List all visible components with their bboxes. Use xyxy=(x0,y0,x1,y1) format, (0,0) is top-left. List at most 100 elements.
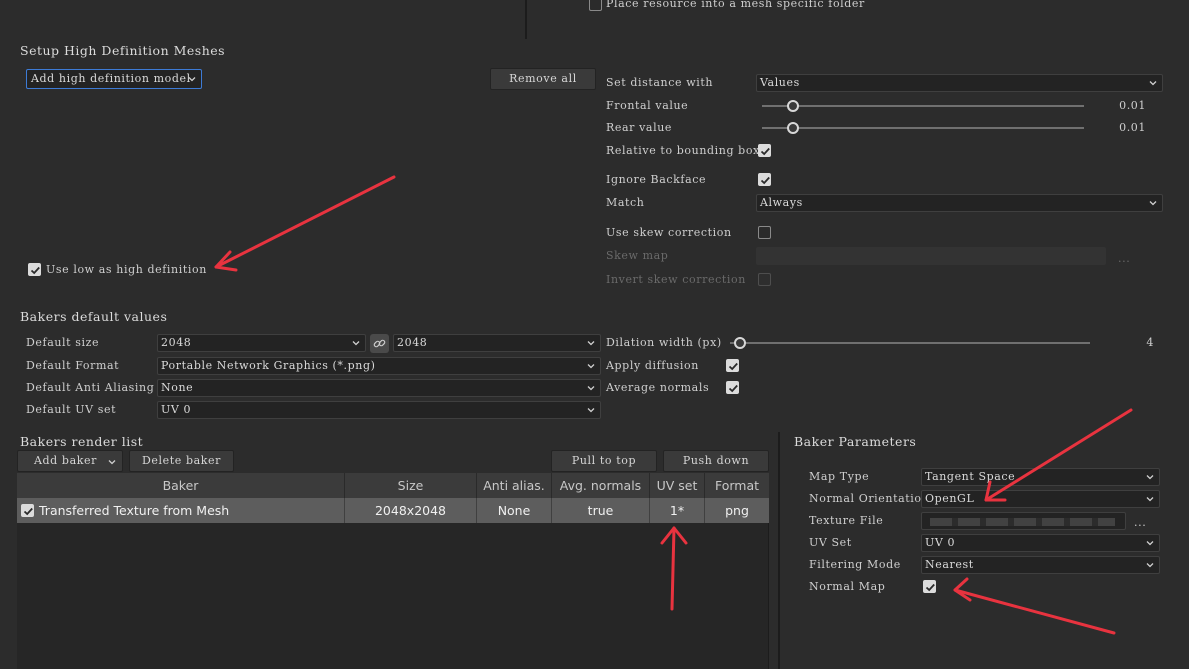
dilation-label: Dilation width (px) xyxy=(606,336,722,349)
table-row-uv-cell[interactable]: 1* xyxy=(650,498,705,523)
skew-correction-label: Use skew correction xyxy=(606,226,732,239)
default-format-value: Portable Network Graphics (*.png) xyxy=(161,359,376,372)
blurred-path xyxy=(930,518,1115,526)
normal-map-checkbox[interactable] xyxy=(923,580,936,593)
average-normals-label: Average normals xyxy=(606,381,710,394)
baker-params-title: Baker Parameters xyxy=(794,434,917,449)
filtering-mode-dropdown[interactable]: Nearest xyxy=(921,556,1160,574)
red-arrow xyxy=(214,250,238,272)
vertical-divider xyxy=(778,432,780,669)
skew-map-browse-button[interactable]: ... xyxy=(1118,252,1130,265)
map-type-dropdown[interactable]: Tangent Space xyxy=(921,468,1160,486)
normal-orientation-label: Normal Orientation xyxy=(809,492,930,505)
average-normals-checkbox[interactable] xyxy=(726,381,739,394)
match-label: Match xyxy=(606,196,645,209)
skew-correction-checkbox[interactable] xyxy=(758,226,771,239)
check-icon xyxy=(760,176,770,185)
use-low-as-high-label: Use low as high definition xyxy=(46,263,207,276)
check-icon xyxy=(728,384,738,393)
dilation-value: 4 xyxy=(1146,336,1154,349)
pull-to-top-button[interactable]: Pull to top xyxy=(551,450,657,472)
table-row-aa-cell[interactable]: None xyxy=(477,498,552,523)
apply-diffusion-label: Apply diffusion xyxy=(606,359,699,372)
skew-map-label: Skew map xyxy=(606,249,669,262)
check-icon xyxy=(760,147,770,156)
baker-enabled-checkbox[interactable] xyxy=(21,504,34,517)
link-size-button[interactable] xyxy=(370,334,389,353)
red-arrow xyxy=(953,577,972,602)
use-low-as-high-checkbox[interactable] xyxy=(28,263,41,276)
invert-skew-checkbox[interactable] xyxy=(758,273,771,286)
texture-file-label: Texture File xyxy=(809,514,884,527)
remove-all-button[interactable]: Remove all xyxy=(490,68,596,90)
frontal-slider-track[interactable] xyxy=(762,105,1084,107)
apply-diffusion-checkbox[interactable] xyxy=(726,359,739,372)
column-header-uv-set[interactable]: UV set xyxy=(650,473,705,498)
uv-set-label: UV Set xyxy=(809,536,852,549)
red-arrow xyxy=(984,408,1133,502)
red-arrow xyxy=(953,588,1116,635)
chevron-down-icon xyxy=(352,341,360,346)
set-distance-dropdown[interactable]: Values xyxy=(756,74,1163,92)
vertical-divider-top xyxy=(525,0,527,39)
default-size-height-value: 2048 xyxy=(397,336,428,349)
default-format-dropdown[interactable]: Portable Network Graphics (*.png) xyxy=(157,357,601,375)
default-uv-dropdown[interactable]: UV 0 xyxy=(157,401,601,419)
rear-slider-track[interactable] xyxy=(762,127,1084,129)
check-icon xyxy=(925,583,935,592)
baker-name: Transferred Texture from Mesh xyxy=(39,503,230,518)
frontal-slider-handle[interactable] xyxy=(787,100,799,112)
texture-file-browse-button[interactable]: ... xyxy=(1134,516,1146,529)
frontal-label: Frontal value xyxy=(606,99,689,112)
default-size-label: Default size xyxy=(26,336,100,349)
push-down-button[interactable]: Push down xyxy=(663,450,769,472)
dilation-slider-handle[interactable] xyxy=(734,337,746,349)
column-header-baker[interactable]: Baker xyxy=(17,473,345,498)
texture-file-field[interactable] xyxy=(921,512,1126,530)
relative-bbox-checkbox[interactable] xyxy=(758,144,771,157)
chevron-down-icon xyxy=(1146,475,1154,480)
default-size-height-dropdown[interactable]: 2048 xyxy=(393,334,601,352)
column-header-avg-normals[interactable]: Avg. normals xyxy=(552,473,650,498)
default-size-width-value: 2048 xyxy=(161,336,192,349)
table-row-format-cell[interactable]: png xyxy=(705,498,769,523)
frontal-value: 0.01 xyxy=(1119,99,1146,112)
rear-slider-handle[interactable] xyxy=(787,122,799,134)
default-size-width-dropdown[interactable]: 2048 xyxy=(157,334,366,352)
column-header-size[interactable]: Size xyxy=(345,473,477,498)
ignore-backface-checkbox[interactable] xyxy=(758,173,771,186)
chevron-down-icon xyxy=(108,460,116,465)
skew-map-field[interactable] xyxy=(756,247,1106,265)
column-header-format[interactable]: Format xyxy=(705,473,769,498)
defaults-title: Bakers default values xyxy=(20,309,168,324)
table-row-size-cell[interactable]: 2048x2048 xyxy=(345,498,477,523)
add-baker-label: Add baker xyxy=(34,454,97,467)
check-icon xyxy=(30,266,40,275)
table-row-avg-cell[interactable]: true xyxy=(552,498,650,523)
default-format-label: Default Format xyxy=(26,359,120,372)
delete-baker-button[interactable]: Delete baker xyxy=(129,450,234,472)
uv-set-dropdown[interactable]: UV 0 xyxy=(921,534,1160,552)
normal-orientation-value: OpenGL xyxy=(925,492,975,505)
default-uv-label: Default UV set xyxy=(26,403,117,416)
normal-orientation-dropdown[interactable]: OpenGL xyxy=(921,490,1160,508)
rear-label: Rear value xyxy=(606,121,672,134)
normal-map-label: Normal Map xyxy=(809,580,886,593)
add-hd-model-dropdown[interactable]: Add high definition model xyxy=(26,69,202,89)
column-header-anti-alias[interactable]: Anti alias. xyxy=(477,473,552,498)
table-row-baker-cell[interactable]: Transferred Texture from Mesh xyxy=(17,498,345,523)
chevron-down-icon xyxy=(1149,81,1157,86)
place-resource-checkbox[interactable] xyxy=(589,0,602,11)
chevron-down-icon xyxy=(1146,563,1154,568)
chevron-down-icon xyxy=(587,364,595,369)
chevron-down-icon xyxy=(1149,201,1157,206)
default-aa-dropdown[interactable]: None xyxy=(157,379,601,397)
rear-value: 0.01 xyxy=(1119,121,1146,134)
match-dropdown[interactable]: Always xyxy=(756,194,1163,212)
set-distance-label: Set distance with xyxy=(606,76,714,89)
add-hd-model-label: Add high definition model xyxy=(31,72,191,85)
dilation-slider-track[interactable] xyxy=(730,342,1090,344)
uv-set-value: UV 0 xyxy=(925,536,956,549)
check-icon xyxy=(23,507,33,516)
add-baker-button[interactable]: Add baker xyxy=(17,450,123,472)
